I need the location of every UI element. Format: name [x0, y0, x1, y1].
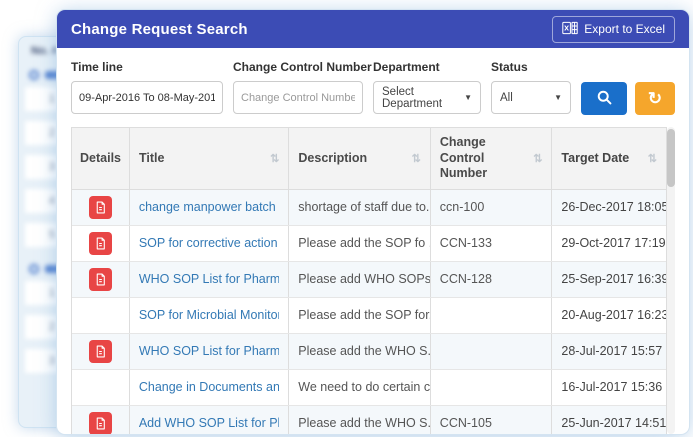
sort-icon[interactable]: ⇅ — [533, 152, 542, 165]
background-header-label: No. # — [31, 45, 58, 57]
excel-icon — [562, 21, 579, 38]
filters-bar: Time line Change Control Number Departme… — [57, 48, 689, 127]
row-title-link[interactable]: WHO SOP List for Pharma... — [139, 272, 279, 286]
bg-row-number: 1 — [48, 93, 55, 105]
details-cell — [72, 189, 130, 225]
table-header-row: Details Title ⇅ Description ⇅ Change Con… — [72, 128, 666, 190]
department-select[interactable]: Select Department ▼ — [373, 81, 481, 114]
row-title-link[interactable]: SOP for Microbial Monitorin... — [139, 308, 279, 322]
table-row[interactable]: SOP for Microbial Monitorin... Please ad… — [72, 297, 667, 334]
details-cell — [72, 369, 130, 405]
circle-icon — [29, 264, 39, 274]
row-title-link[interactable]: Change in Documents and — [139, 380, 279, 394]
status-selected-value: All — [500, 91, 513, 104]
table-body: change manpower batch si ... shortage of… — [72, 189, 667, 434]
table-scrollbar[interactable] — [667, 127, 675, 434]
row-ccn: CCN-105 — [431, 405, 553, 434]
ccn-label: Change Control Number — [233, 60, 372, 74]
row-target-date: 29-Oct-2017 17:19 — [561, 236, 666, 251]
pdf-file-icon[interactable] — [88, 195, 112, 219]
details-cell — [72, 261, 130, 297]
refresh-button[interactable]: ↻ — [635, 82, 675, 115]
row-ccn — [431, 297, 553, 333]
sort-icon[interactable]: ⇅ — [648, 152, 657, 165]
details-cell — [72, 225, 130, 261]
department-label: Department — [373, 60, 440, 74]
bg-row-number: 2 — [48, 321, 55, 333]
chevron-down-icon: ▼ — [554, 93, 562, 102]
refresh-icon: ↻ — [647, 89, 663, 108]
chevron-down-icon: ▼ — [464, 93, 472, 102]
row-ccn — [431, 333, 553, 369]
row-target-date: 25-Jun-2017 14:51 — [561, 416, 667, 431]
timeline-label: Time line — [71, 60, 123, 74]
search-button[interactable] — [581, 82, 627, 115]
results-table: Details Title ⇅ Description ⇅ Change Con… — [71, 127, 675, 434]
row-target-date: 20-Aug-2017 16:23 — [561, 308, 667, 323]
row-title-link[interactable]: SOP for corrective action a ... — [139, 236, 279, 250]
bg-row-number: 4 — [48, 195, 55, 207]
row-ccn — [431, 369, 553, 405]
column-header-ccn[interactable]: Change Control Number ⇅ — [431, 128, 553, 189]
row-description: Please add the SOP fo ... — [289, 225, 431, 261]
search-icon — [596, 89, 613, 109]
pdf-file-icon[interactable] — [88, 339, 112, 363]
bg-row-number: 1 — [48, 287, 55, 299]
bg-row-number: 3 — [48, 355, 55, 367]
screen: No. # 1 2 3 4 5 1 2 3 Change Request Sea… — [0, 0, 693, 437]
details-cell — [72, 333, 130, 369]
row-ccn: ccn-100 — [431, 189, 553, 225]
row-description: Please add the SOP for... — [289, 297, 431, 333]
export-to-excel-button[interactable]: Export to Excel — [552, 15, 675, 43]
table-row[interactable]: WHO SOP List for Pharma... Please add WH… — [72, 261, 667, 298]
ccn-input[interactable] — [233, 81, 363, 114]
scrollbar-thumb[interactable] — [667, 129, 675, 187]
bg-row-number: 3 — [48, 161, 55, 173]
row-description: Please add WHO SOPs... — [289, 261, 431, 297]
details-cell — [72, 297, 130, 333]
row-target-date: 28-Jul-2017 15:57 — [561, 344, 663, 359]
column-header-description[interactable]: Description ⇅ — [289, 128, 431, 189]
table-row[interactable]: Change in Documents and We need to do ce… — [72, 369, 666, 406]
details-cell — [72, 405, 130, 434]
timeline-input[interactable] — [71, 81, 223, 114]
export-to-excel-label: Export to Excel — [584, 22, 665, 36]
row-description: Please add the WHO S... — [289, 405, 431, 434]
circle-icon — [29, 70, 39, 80]
row-target-date: 25-Sep-2017 16:39 — [561, 272, 667, 287]
column-header-title[interactable]: Title ⇅ — [130, 128, 290, 189]
row-description: We need to do certain c... — [289, 369, 431, 405]
bg-row-number: 5 — [48, 229, 55, 241]
status-select[interactable]: All ▼ — [491, 81, 571, 114]
table-row[interactable]: Add WHO SOP List for Phan Please add the… — [72, 405, 667, 434]
row-description: Please add the WHO S... — [289, 333, 431, 369]
row-description: shortage of staff due to... — [289, 189, 431, 225]
row-ccn: CCN-133 — [431, 225, 553, 261]
pdf-file-icon[interactable] — [88, 411, 112, 434]
row-target-date: 26-Dec-2017 18:05 — [561, 200, 667, 215]
modal-title: Change Request Search — [71, 20, 248, 38]
pdf-file-icon[interactable] — [88, 231, 112, 255]
table-row[interactable]: SOP for corrective action a ... Please a… — [72, 225, 666, 262]
table-row[interactable]: change manpower batch si ... shortage of… — [72, 189, 667, 226]
row-title-link[interactable]: WHO SOP List for Pharma... — [139, 344, 279, 358]
column-header-details: Details — [72, 128, 130, 189]
row-title-link[interactable]: change manpower batch si ... — [139, 200, 279, 214]
department-selected-value: Select Department — [382, 85, 443, 110]
pdf-file-icon[interactable] — [88, 267, 112, 291]
table-row[interactable]: WHO SOP List for Pharma... Please add th… — [72, 333, 666, 370]
row-ccn: CCN-128 — [431, 261, 553, 297]
row-title-link[interactable]: Add WHO SOP List for Phan — [139, 416, 279, 430]
modal-header: Change Request Search Export to Excel — [57, 10, 689, 48]
column-header-target-date[interactable]: Target Date ⇅ — [552, 128, 666, 189]
change-request-search-modal: Change Request Search Export to Excel Ti… — [57, 10, 689, 434]
sort-icon[interactable]: ⇅ — [412, 152, 421, 165]
row-target-date: 16-Jul-2017 15:36 — [561, 380, 663, 395]
bg-row-number: 2 — [48, 127, 55, 139]
sort-icon[interactable]: ⇅ — [270, 152, 279, 165]
status-label: Status — [491, 60, 528, 74]
